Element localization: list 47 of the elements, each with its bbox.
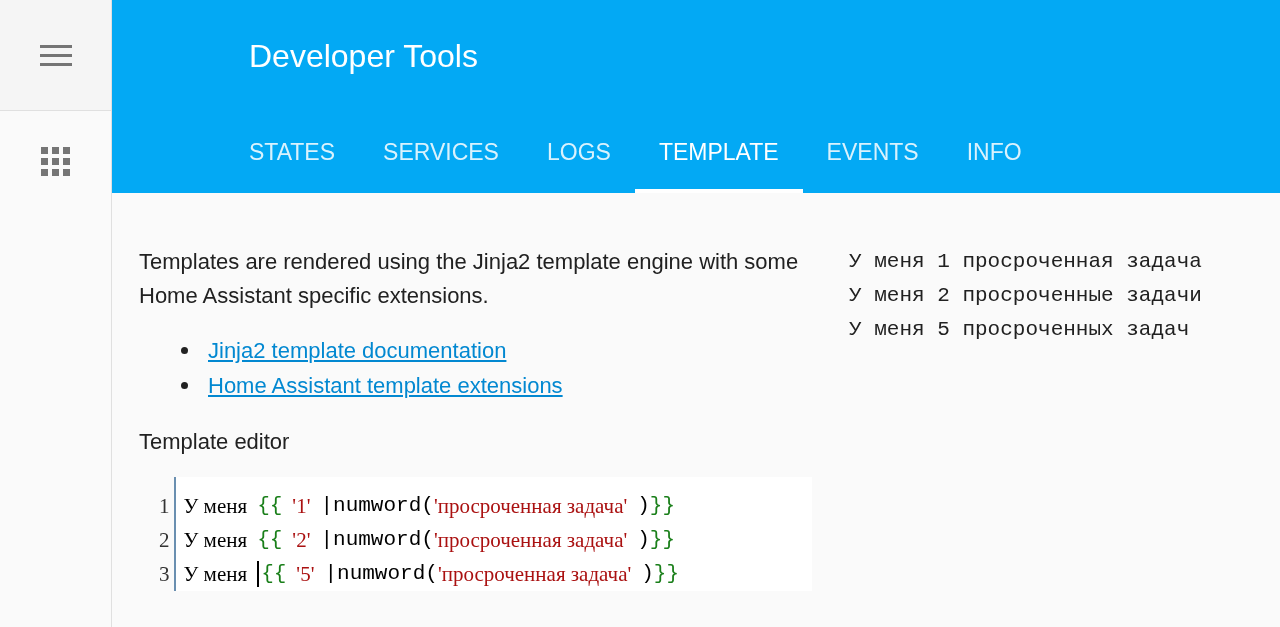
code-token: {{ [257,493,283,519]
doc-link[interactable]: Jinja2 template documentation [208,337,507,364]
code-token: 'просроченная задача' [433,493,628,520]
output-line: У меня 5 просроченных задач [849,317,1191,343]
code-token: | [324,561,338,587]
output-line: У меня 1 просроченная задача [849,249,1202,275]
intro-text: Templates are rendered using the Jinja2 template engine with some Home Assistant specific extensions. [139,248,800,310]
code-token: 'просроченная задача' [437,561,632,588]
page-title: Developer Tools [249,37,479,76]
code-token: У меня [183,493,248,520]
code-token: }} [649,527,676,553]
text-cursor [257,561,260,587]
code-token: numword( [333,493,434,519]
code-token: | [320,527,334,553]
code-token: }} [649,493,676,519]
code-token: numword( [333,527,434,553]
code-editor[interactable]: 1 2 3 У меня {{ '1' |numword('просроченная задача' )}} У меня {{ '2' |numword('просроченная задача' )}} У меня {{ '5' |numword('просроченная задача' )}} [139,477,812,591]
code-token: ) [641,561,654,587]
line-number: 3 [159,561,170,588]
output-line: У меня 2 просроченные задачи [849,283,1202,309]
tab[interactable]: SERVICES [359,112,523,193]
code-token: {{ [257,527,283,553]
code-token: У меня [183,561,248,588]
line-number: 2 [159,527,170,554]
editor-label: Template editor [139,429,291,455]
code-token: '5' [296,561,315,588]
tab[interactable]: EVENTS [802,112,943,193]
code-token: ) [637,527,650,553]
code-token: 'просроченная задача' [433,527,628,554]
code-token: numword( [337,561,438,587]
grid-icon[interactable] [41,146,70,176]
code-token: '2' [292,527,311,554]
code-token: '1' [292,493,311,520]
line-number: 1 [159,493,170,520]
code-token: ) [637,493,650,519]
bullet-icon [181,347,188,354]
tab[interactable]: TEMPLATE [634,112,803,193]
menu-icon[interactable] [39,44,72,66]
tab[interactable]: INFO [942,112,1046,193]
doc-link[interactable]: Home Assistant template extensions [208,372,563,399]
tab[interactable]: STATES [225,112,360,193]
tab[interactable]: LOGS [522,112,635,193]
code-token: {{ [261,561,287,587]
code-token: У меня [183,527,248,554]
bullet-icon [181,382,188,389]
code-token: }} [653,561,680,587]
code-token: | [320,493,334,519]
